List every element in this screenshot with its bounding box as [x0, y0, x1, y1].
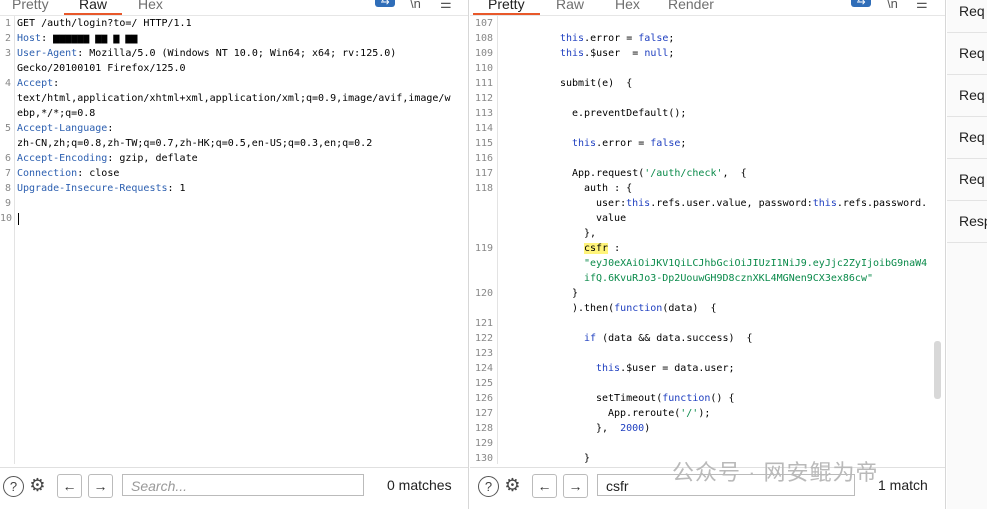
request-pane: Pretty Raw Hex ⇆ \n ☰ 1 GET /auth/login?t…: [0, 0, 469, 509]
previous-match-button[interactable]: ←: [57, 474, 82, 498]
line-number: 3: [4, 48, 11, 59]
wrap-lines-icon[interactable]: ⇆: [375, 0, 395, 7]
side-item[interactable]: Resp: [959, 213, 987, 229]
previous-match-button[interactable]: ←: [532, 474, 557, 498]
vertical-scrollbar[interactable]: [934, 341, 941, 399]
line-text: Accept:: [17, 78, 66, 89]
tab-raw[interactable]: Raw: [64, 0, 123, 15]
line-text: Connection: close: [17, 168, 120, 179]
gear-icon[interactable]: ⚙: [28, 476, 47, 495]
side-item[interactable]: Req: [959, 87, 985, 103]
line-text: User-Agent: Mozilla/5.0 (Windows NT 10.0…: [17, 48, 397, 59]
menu-icon[interactable]: ☰: [916, 0, 928, 12]
line-text: Gecko/20100101 Firefox/125.0: [17, 63, 186, 74]
line-number: 9: [4, 198, 11, 209]
line-text: Accept-Encoding: gzip, deflate: [17, 153, 198, 164]
line-text: zh-CN,zh;q=0.8,zh-TW;q=0.7,zh-HK;q=0.5,e…: [17, 138, 373, 149]
line-number: 8: [4, 183, 11, 194]
request-search-bar: ? ⚙ ← → Search... 0 matches: [0, 467, 468, 506]
watermark: 公众号 · 网安鲲为帝: [672, 460, 879, 485]
next-match-button[interactable]: →: [563, 474, 588, 498]
newline-toggle-icon[interactable]: \n: [887, 0, 898, 11]
line-number: 7: [4, 168, 11, 179]
line-text: ebp,*/*;q=0.8: [17, 108, 96, 119]
menu-icon[interactable]: ☰: [440, 0, 452, 12]
tab-hex[interactable]: Hex: [615, 0, 640, 12]
line-text: text/html,application/xhtml+xml,applicat…: [17, 93, 451, 104]
side-item[interactable]: Req: [959, 3, 985, 19]
line-text: Host: ▆▆▆▆▆▆ ▆▆ ▆ ▆▆: [17, 33, 138, 44]
line-text: Accept-Language:: [17, 123, 120, 134]
search-input[interactable]: Search...: [122, 474, 364, 496]
line-number: 10: [0, 213, 13, 224]
side-item[interactable]: Req: [959, 171, 985, 187]
match-count: 1 match: [878, 477, 928, 493]
tab-hex[interactable]: Hex: [138, 0, 163, 12]
request-tabs: Pretty Raw Hex ⇆ \n ☰: [0, 0, 468, 16]
help-icon[interactable]: ?: [478, 476, 499, 497]
response-tabs: Pretty Raw Hex Render ⇆ \n ☰: [470, 0, 945, 16]
tab-raw[interactable]: Raw: [556, 0, 584, 12]
side-item[interactable]: Req: [959, 45, 985, 61]
tab-pretty[interactable]: Pretty: [473, 0, 540, 15]
text-caret: [18, 213, 19, 225]
tab-pretty[interactable]: Pretty: [12, 0, 49, 12]
line-number: 1: [4, 18, 11, 29]
line-number: 2: [4, 33, 11, 44]
gear-icon[interactable]: ⚙: [503, 476, 522, 495]
line-text: GET /auth/login?to=/ HTTP/1.1: [17, 18, 192, 29]
line-number: 6: [4, 153, 11, 164]
response-pane: Pretty Raw Hex Render ⇆ \n ☰ 107 108 this…: [470, 0, 946, 509]
tab-render[interactable]: Render: [668, 0, 714, 12]
side-item[interactable]: Req: [959, 129, 985, 145]
line-number: 5: [4, 123, 11, 134]
line-number: 4: [4, 78, 11, 89]
help-icon[interactable]: ?: [3, 476, 24, 497]
wrap-lines-icon[interactable]: ⇆: [851, 0, 871, 7]
newline-toggle-icon[interactable]: \n: [410, 0, 421, 11]
match-count: 0 matches: [387, 477, 452, 493]
inspector-side-pane: Req Req Req Req Req Resp: [947, 0, 987, 509]
next-match-button[interactable]: →: [88, 474, 113, 498]
line-text: Upgrade-Insecure-Requests: 1: [17, 183, 186, 194]
response-editor[interactable]: 107 108 this.error = false; 109 this.$user…: [470, 16, 945, 464]
request-editor[interactable]: 1 GET /auth/login?to=/ HTTP/1.1 2 Host: ▆▆▆…: [0, 16, 468, 464]
